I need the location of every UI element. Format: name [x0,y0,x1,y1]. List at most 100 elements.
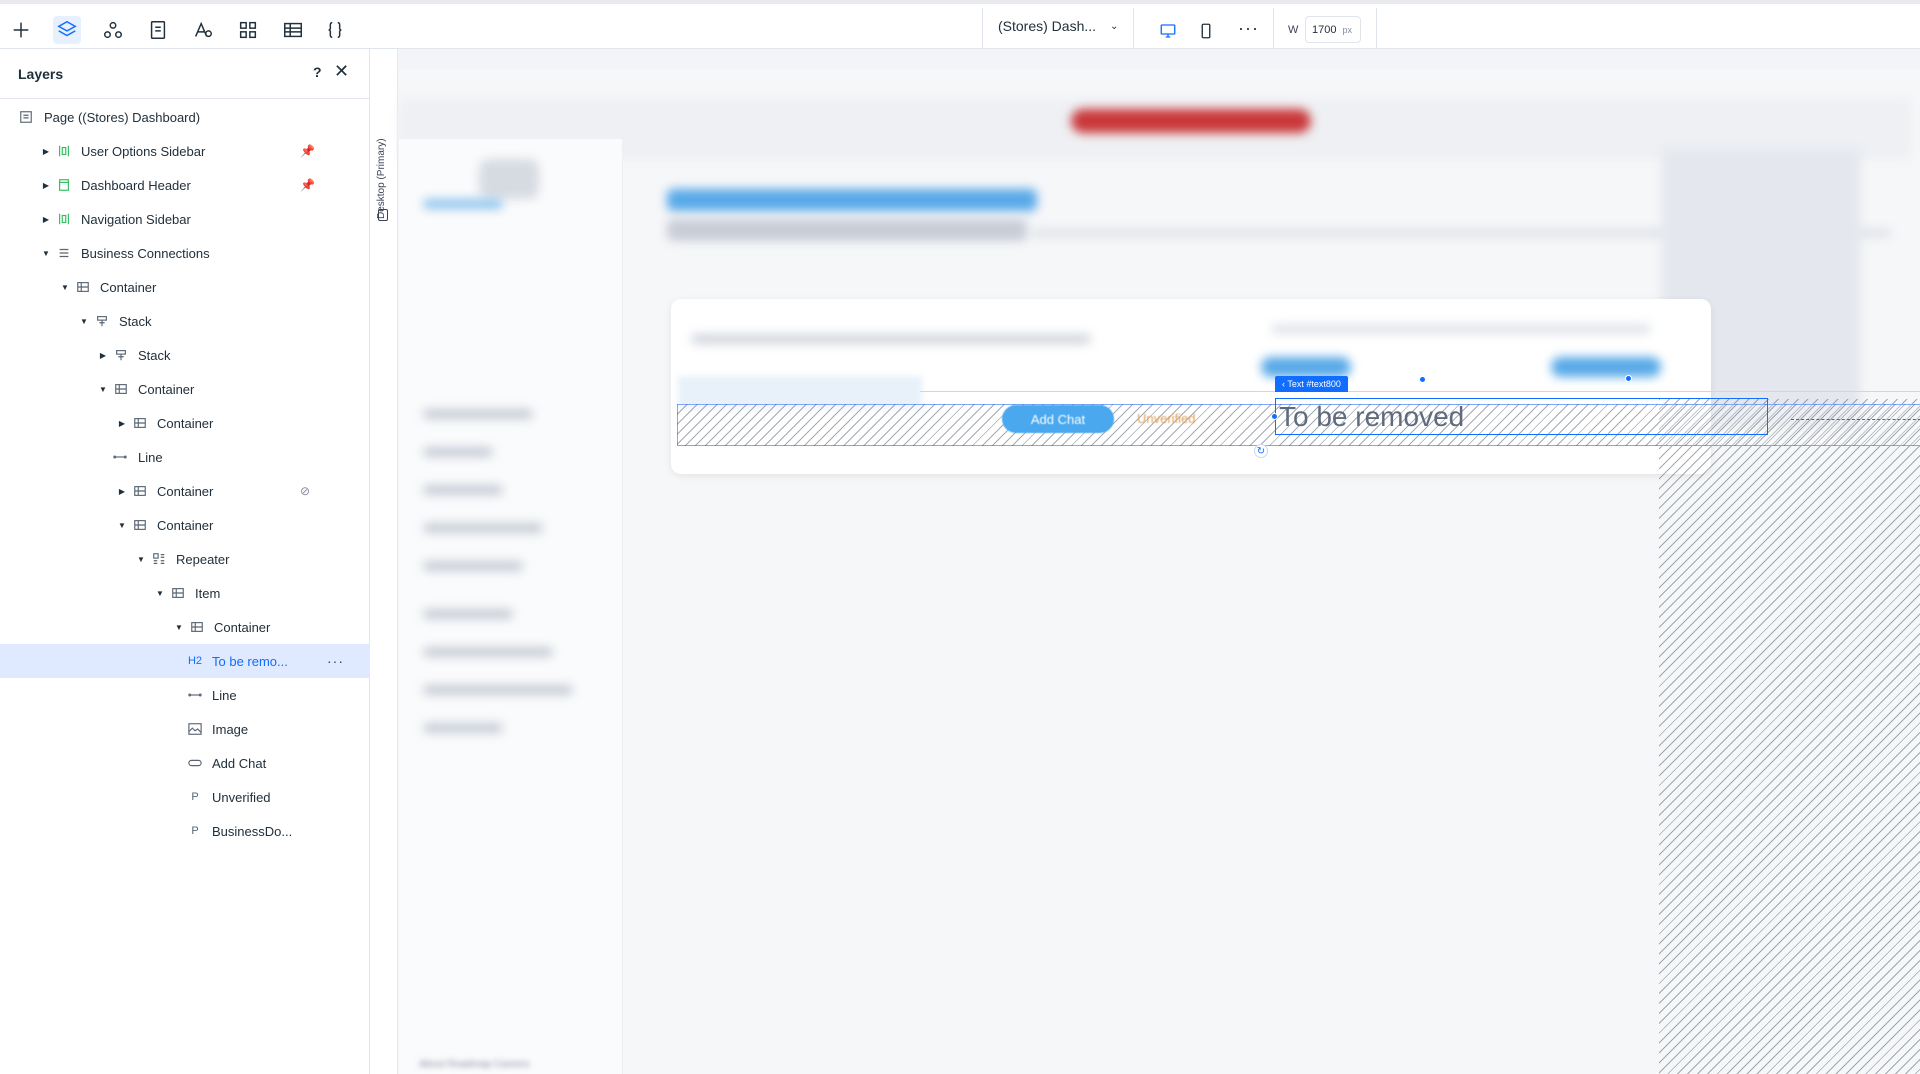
expand-arrow-icon[interactable]: ▶ [98,351,108,360]
blurred-page-title [667,189,1037,211]
resize-handle[interactable] [1271,413,1278,420]
mobile-view-button[interactable] [1191,16,1221,46]
header-icon [56,177,72,193]
container-icon [132,415,148,431]
expand-arrow-icon[interactable]: ▶ [41,147,51,156]
close-icon[interactable]: ✕ [334,61,349,82]
collapse-arrow-icon[interactable]: ▼ [117,521,127,530]
blurred-link [423,409,533,419]
collapse-arrow-icon[interactable]: ▼ [79,317,89,326]
layer-row-dashboard-header[interactable]: ▶ Dashboard Header 📌 [0,168,370,202]
code-braces-icon[interactable] [321,16,349,44]
top-toolbar: (Stores) Dash... ⌄ ··· W 1700 px [0,0,1920,52]
expand-arrow-icon[interactable]: ▶ [117,487,127,496]
toolbar-divider [1376,8,1377,52]
layer-row-unverified[interactable]: P Unverified [0,780,370,814]
layer-label: User Options Sidebar [81,143,206,159]
pages-icon[interactable] [144,16,172,44]
layer-row-container[interactable]: ▼ Container [0,508,370,542]
desktop-view-button[interactable] [1147,16,1189,52]
layer-row-page[interactable]: Page ((Stores) Dashboard) [0,100,370,134]
layer-row-user-options-sidebar[interactable]: ▶ User Options Sidebar 📌 [0,134,370,168]
breakpoint-label: Desktop (Primary) [376,138,387,219]
layer-row-stack[interactable]: ▼ Stack [0,304,370,338]
collapse-arrow-icon[interactable]: ▼ [60,283,70,292]
layer-label: Container [214,619,271,635]
help-icon[interactable]: ? [313,64,322,80]
collapse-arrow-icon[interactable]: ▼ [41,249,51,258]
blurred-logo [479,159,539,199]
layer-row-item[interactable]: ▼ Item [0,576,370,610]
toolbar-divider [1273,8,1274,52]
blurred-link [423,723,503,733]
layer-row-line[interactable]: Line [0,440,370,474]
layers-icon[interactable] [53,16,81,44]
layers-panel: Layers ? ✕ Page ((Stores) Dashboard) ▶ U… [0,49,370,1074]
width-input[interactable]: 1700 px [1305,16,1361,43]
width-label: W [1288,24,1299,36]
cms-table-icon[interactable] [279,16,307,44]
row-divider-line [920,391,1920,392]
collapse-arrow-icon[interactable]: ▼ [98,385,108,394]
layer-row-container[interactable]: ▶ Container ⊘ [0,474,370,508]
add-chat-button[interactable]: Add Chat [1002,405,1114,433]
layer-row-image[interactable]: Image [0,712,370,746]
selected-heading-text[interactable]: To be removed [1279,401,1464,433]
collapse-arrow-icon[interactable]: ▼ [174,623,184,632]
layer-label: Image [212,721,249,737]
unverified-label[interactable]: Unverified [1137,411,1196,426]
collapse-arrow-icon[interactable]: ▼ [136,555,146,564]
resize-handle[interactable] [1625,375,1632,382]
expand-arrow-icon[interactable]: ▶ [41,181,51,190]
page-icon [18,109,34,125]
editor-canvas[interactable]: Desktop (Primary) Add Chat Unverified ‹ [371,49,1920,1074]
page-footer-links: About Roadmap Careers [419,1059,530,1070]
more-options-icon[interactable]: ··· [1238,18,1259,39]
layer-label: Line [138,449,163,465]
expand-arrow-icon[interactable]: ▶ [117,419,127,428]
layer-row-stack[interactable]: ▶ Stack [0,338,370,372]
layer-row-container[interactable]: ▶ Container [0,406,370,440]
toolbar-divider [982,8,983,52]
blurred-link [423,609,513,619]
pin-icon[interactable]: 📌 [300,178,315,192]
pin-icon[interactable]: 📌 [300,144,315,158]
text-theme-icon[interactable] [189,16,217,44]
rotate-icon[interactable]: ↻ [1254,444,1268,458]
layer-label: Container [157,415,214,431]
layer-row-business-do[interactable]: P BusinessDo... [0,814,370,848]
layer-label: Container [138,381,195,397]
breakpoint-strip: Desktop (Primary) [371,49,398,1074]
layer-row-container[interactable]: ▼ Container [0,372,370,406]
layers-header: Layers ? ✕ [0,49,369,98]
layer-row-add-chat[interactable]: Add Chat [0,746,370,780]
layer-row-container[interactable]: ▼ Container [0,270,370,304]
layer-row-navigation-sidebar[interactable]: ▶ Navigation Sidebar [0,202,370,236]
expand-arrow-icon[interactable]: ▶ [41,215,51,224]
layer-label: Container [157,517,214,533]
button-icon [187,755,203,771]
layer-row-to-be-removed[interactable]: H2 To be remo... ··· [0,644,370,678]
layer-row-container[interactable]: ▼ Container [0,610,370,644]
layer-row-business-connections[interactable]: ▼ Business Connections [0,236,370,270]
layer-row-repeater[interactable]: ▼ Repeater [0,542,370,576]
resize-handle[interactable] [1419,376,1426,383]
page-selector[interactable]: (Stores) Dash... ⌄ [998,18,1118,34]
add-icon[interactable] [7,16,35,44]
collapse-arrow-icon[interactable]: ▼ [155,589,165,598]
blurred-link [423,647,553,657]
app-market-icon[interactable] [234,16,262,44]
desktop-breakpoint-icon [378,209,388,221]
line-icon [112,449,128,465]
layer-label: Business Connections [81,245,210,261]
blurred-link [423,199,503,209]
more-options-icon[interactable]: ··· [327,653,344,669]
hidden-eye-icon[interactable]: ⊘ [300,484,310,498]
page-selector-label: (Stores) Dash... [998,18,1097,34]
components-icon[interactable] [99,16,127,44]
container-icon [132,517,148,533]
container-icon [75,279,91,295]
layer-label: Stack [138,347,171,363]
selection-tag[interactable]: ‹ Text #text800 [1275,376,1348,392]
layer-row-line[interactable]: Line [0,678,370,712]
